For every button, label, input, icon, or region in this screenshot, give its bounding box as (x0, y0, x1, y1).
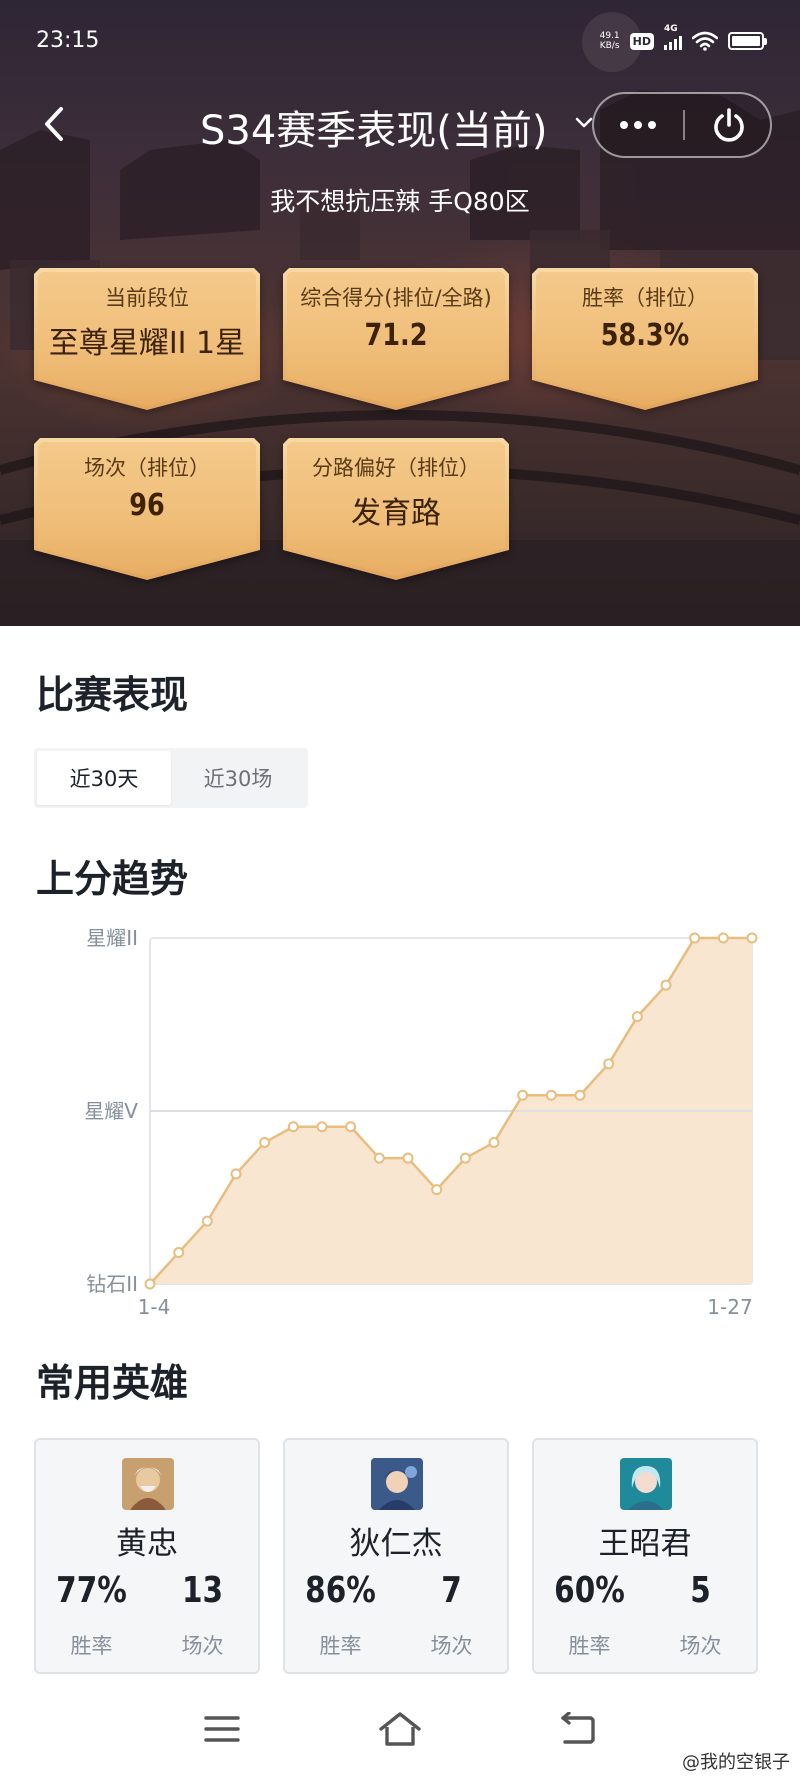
data-point (402, 1152, 414, 1164)
data-point (287, 1121, 299, 1133)
stat-value: 71.2 (364, 318, 428, 353)
stat-card-score: 综合得分(排位/全路) 71.2 (283, 268, 509, 410)
data-point (173, 1247, 185, 1259)
tab-30-days[interactable]: 近30天 (37, 751, 171, 805)
system-nav-bar (0, 1694, 800, 1764)
data-point (488, 1136, 500, 1148)
status-icons: 49.1 KB/s HD 4G (599, 24, 767, 56)
season-title[interactable]: S34赛季表现(当前) (200, 98, 548, 156)
hd-badge: HD (629, 32, 654, 50)
hero-winrate: 86% (305, 1570, 376, 1611)
y-tick-label: 星耀II (86, 926, 138, 950)
hero-games: 7 (441, 1570, 462, 1611)
stat-card-winrate: 胜率（排位） 58.3% (532, 268, 758, 410)
data-point (631, 1011, 643, 1023)
status-bar: 23:15 49.1 KB/s HD 4G (0, 0, 800, 80)
back-button[interactable] (36, 104, 72, 144)
wifi-icon (692, 31, 718, 51)
data-point (517, 1089, 529, 1101)
stat-value: 96 (129, 488, 165, 523)
period-tabs: 近30天 近30场 (34, 748, 308, 808)
hero-games: 5 (690, 1570, 711, 1611)
x-tick-label: 1-27 (707, 1295, 752, 1319)
hero-card[interactable]: 王昭君 60% 5 胜率 场次 (532, 1438, 758, 1674)
data-point (431, 1184, 443, 1196)
data-point (144, 1278, 156, 1290)
stat-label: 综合得分(排位/全路) (300, 286, 492, 310)
heroes-section-title: 常用英雄 (36, 1361, 189, 1405)
return-button[interactable] (548, 1704, 608, 1754)
rank-trend-chart: 星耀II 星耀V 钻石II1-4 1-27 (84, 926, 758, 1319)
cellular-signal-icon: 4G (664, 24, 682, 50)
x-tick-label: 1-4 (138, 1295, 171, 1319)
chevron-left-icon (45, 107, 63, 141)
mini-program-capsule (592, 92, 772, 158)
hero-card[interactable]: 黄忠 77% 13 胜率 场次 (34, 1438, 260, 1674)
data-point (603, 1058, 615, 1070)
hero-winrate: 77% (56, 1570, 127, 1611)
hero-games: 13 (181, 1570, 224, 1611)
games-label: 场次 (679, 1634, 722, 1658)
header-banner: 23:15 49.1 KB/s HD 4G S34赛季表现(当前) 我不想抗压辣… (0, 0, 800, 626)
data-point (345, 1121, 357, 1133)
stat-value: 至尊星耀II 1星 (48, 326, 246, 361)
y-tick-label: 钻石II (86, 1272, 138, 1296)
home-icon (379, 1712, 421, 1746)
stat-value: 58.3% (600, 318, 690, 353)
data-point (660, 979, 672, 991)
winrate-label: 胜率 (319, 1634, 362, 1658)
nav-bar: S34赛季表现(当前) (0, 86, 800, 162)
hero-name: 狄仁杰 (349, 1526, 443, 1562)
close-button[interactable] (686, 94, 772, 156)
data-point (259, 1136, 271, 1148)
stat-label: 胜率（排位） (582, 286, 708, 310)
more-dots-icon (620, 121, 628, 129)
winrate-label: 胜率 (568, 1634, 611, 1658)
power-icon (714, 108, 744, 142)
data-point (316, 1121, 328, 1133)
hero-winrate: 60% (554, 1570, 625, 1611)
hero-name: 王昭君 (598, 1526, 692, 1562)
hero-name: 黄忠 (116, 1526, 178, 1562)
stat-card-lane: 分路偏好（排位） 发育路 (283, 438, 509, 580)
games-label: 场次 (181, 1634, 224, 1658)
menu-icon (204, 1716, 240, 1742)
battery-icon (728, 32, 767, 50)
data-point (459, 1152, 471, 1164)
stat-label: 分路偏好（排位） (312, 456, 480, 480)
stat-card-rank: 当前段位 至尊星耀II 1星 (34, 268, 260, 410)
y-tick-label: 星耀V (84, 1099, 138, 1123)
data-point (746, 932, 758, 944)
data-point (689, 932, 701, 944)
data-point (717, 932, 729, 944)
menu-button[interactable] (192, 1704, 252, 1754)
stat-value: 发育路 (351, 496, 441, 531)
data-point (373, 1152, 385, 1164)
stat-label: 当前段位 (105, 286, 189, 310)
hero-avatar (371, 1458, 423, 1510)
stat-card-games: 场次（排位） 96 (34, 438, 260, 580)
data-point (201, 1215, 213, 1227)
hero-avatar (122, 1458, 174, 1510)
data-point (230, 1168, 242, 1180)
hero-avatar (620, 1458, 672, 1510)
tab-30-games[interactable]: 近30场 (171, 751, 305, 805)
capsule-divider (683, 110, 685, 140)
home-button[interactable] (370, 1704, 430, 1754)
more-button[interactable] (594, 94, 682, 156)
hero-card[interactable]: 狄仁杰 86% 7 胜率 场次 (283, 1438, 509, 1674)
clock: 23:15 (36, 28, 100, 53)
data-point (545, 1089, 557, 1101)
games-label: 场次 (430, 1634, 473, 1658)
watermark: @我的空银子 (682, 1752, 790, 1773)
network-speed: 49.1 KB/s (599, 31, 620, 51)
match-section-title: 比赛表现 (36, 673, 189, 717)
stat-label: 场次（排位） (84, 456, 210, 480)
player-name: 我不想抗压辣 手Q80区 (270, 187, 530, 216)
winrate-label: 胜率 (70, 1634, 113, 1658)
back-arrow-icon (561, 1712, 595, 1744)
trend-section-title: 上分趋势 (36, 857, 189, 901)
data-point (574, 1089, 586, 1101)
